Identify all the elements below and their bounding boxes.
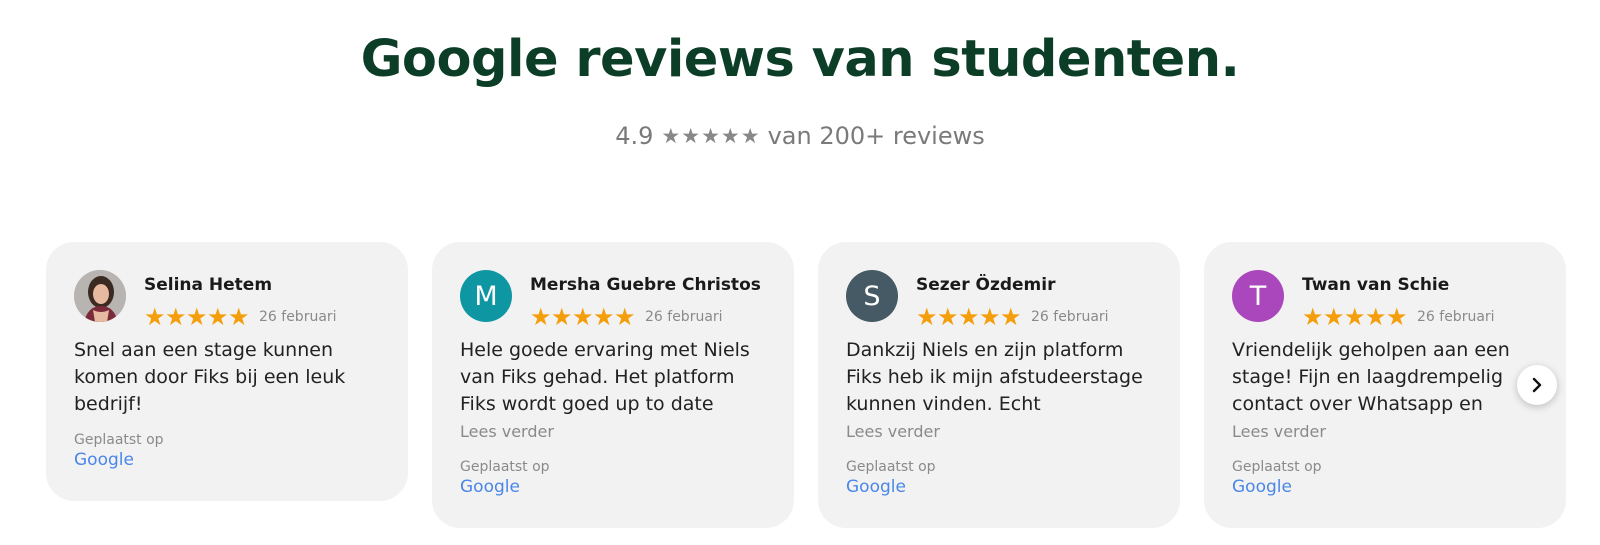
star-icon: ★: [681, 124, 701, 148]
posted-label: Geplaatst op: [74, 432, 164, 448]
star-icon: ★: [614, 303, 636, 331]
avatar-letter: T: [1249, 280, 1267, 312]
avatar: M: [460, 270, 512, 322]
review-rating: ★ ★ ★ ★ ★ 26 februari: [916, 303, 1109, 331]
chevron-right-icon: [1532, 377, 1542, 393]
review-rating: ★ ★ ★ ★ ★ 26 februari: [144, 303, 337, 331]
source-link[interactable]: Google: [74, 450, 134, 470]
star-icon: ★: [979, 303, 1001, 331]
star-icon: ★: [165, 303, 187, 331]
posted-label: Geplaatst op: [846, 459, 936, 475]
star-icon: ★: [720, 124, 740, 148]
source-link[interactable]: Google: [460, 477, 520, 497]
read-more-link[interactable]: Lees verder: [1232, 422, 1326, 441]
rating-count: van 200+ reviews: [767, 122, 985, 150]
review-text: Snel aan een stage kunnen komen door Fik…: [74, 339, 346, 415]
read-more-link[interactable]: Lees verder: [460, 422, 554, 441]
star-icon: ★: [1302, 303, 1324, 331]
review-card: Selina Hetem ★ ★ ★ ★ ★ 26 februari Snel …: [46, 242, 408, 501]
review-date: 26 februari: [259, 309, 337, 325]
avatar: T: [1232, 270, 1284, 322]
star-icon: ★: [572, 303, 594, 331]
avatar: S: [846, 270, 898, 322]
star-icon: ★: [530, 303, 552, 331]
read-more-link[interactable]: Lees verder: [846, 422, 940, 441]
review-text: Hele goede ervaring met Niels van Fiks g…: [460, 339, 750, 415]
star-icon: ★: [937, 303, 959, 331]
star-icon: ★: [1365, 303, 1387, 331]
star-icon: ★: [207, 303, 229, 331]
review-rating: ★ ★ ★ ★ ★ 26 februari: [530, 303, 723, 331]
rating-value: 4.9: [615, 122, 654, 150]
reviewer-name: Twan van Schie: [1302, 275, 1450, 295]
avatar-letter: M: [474, 280, 498, 312]
star-icon: ★: [701, 124, 720, 148]
star-icon: ★: [661, 124, 681, 148]
star-icon: ★: [1344, 303, 1366, 331]
review-date: 26 februari: [645, 309, 723, 325]
star-rating: ★ ★ ★ ★ ★: [916, 303, 1022, 331]
review-card: T Twan van Schie ★ ★ ★ ★ ★ 26 februari V…: [1204, 242, 1566, 528]
review-card: S Sezer Özdemir ★ ★ ★ ★ ★ 26 februari Da…: [818, 242, 1180, 528]
posted-label: Geplaatst op: [1232, 459, 1322, 475]
star-icon: ★: [593, 303, 615, 331]
reviewer-name: Sezer Özdemir: [916, 275, 1056, 295]
user-photo-icon: [74, 270, 126, 322]
star-icon: ★: [916, 303, 938, 331]
star-icon: ★: [1000, 303, 1022, 331]
rating-summary: 4.9 ★ ★ ★ ★ ★ van 200+ reviews: [0, 122, 1600, 150]
review-date: 26 februari: [1417, 309, 1495, 325]
star-icon: ★: [144, 303, 166, 331]
star-icon: ★: [1323, 303, 1345, 331]
avatar-letter: S: [863, 280, 881, 312]
star-rating: ★ ★ ★ ★ ★: [1302, 303, 1408, 331]
star-icon: ★: [228, 303, 250, 331]
star-icon: ★: [186, 303, 208, 331]
star-icon: ★: [1386, 303, 1408, 331]
posted-label: Geplaatst op: [460, 459, 550, 475]
star-icon: ★: [958, 303, 980, 331]
source-link[interactable]: Google: [846, 477, 906, 497]
source-link[interactable]: Google: [1232, 477, 1292, 497]
carousel-next-button[interactable]: [1517, 365, 1557, 405]
review-card: M Mersha Guebre Christos ★ ★ ★ ★ ★ 26 fe…: [432, 242, 794, 528]
review-text: Dankzij Niels en zijn platform Fiks heb …: [846, 339, 1143, 415]
reviews-section: Google reviews van studenten. 4.9 ★ ★ ★ …: [0, 0, 1600, 545]
review-text: Vriendelijk geholpen aan een stage! Fijn…: [1232, 339, 1510, 415]
reviewer-name: Selina Hetem: [144, 275, 273, 295]
star-rating: ★ ★ ★ ★ ★: [530, 303, 636, 331]
star-icon: ★: [740, 124, 760, 148]
review-rating: ★ ★ ★ ★ ★ 26 februari: [1302, 303, 1495, 331]
rating-stars: ★ ★ ★ ★ ★: [661, 124, 759, 148]
page-title: Google reviews van studenten.: [360, 30, 1240, 89]
review-date: 26 februari: [1031, 309, 1109, 325]
star-icon: ★: [551, 303, 573, 331]
reviewer-name: Mersha Guebre Christos: [530, 275, 761, 295]
avatar: [74, 270, 126, 322]
star-rating: ★ ★ ★ ★ ★: [144, 303, 250, 331]
